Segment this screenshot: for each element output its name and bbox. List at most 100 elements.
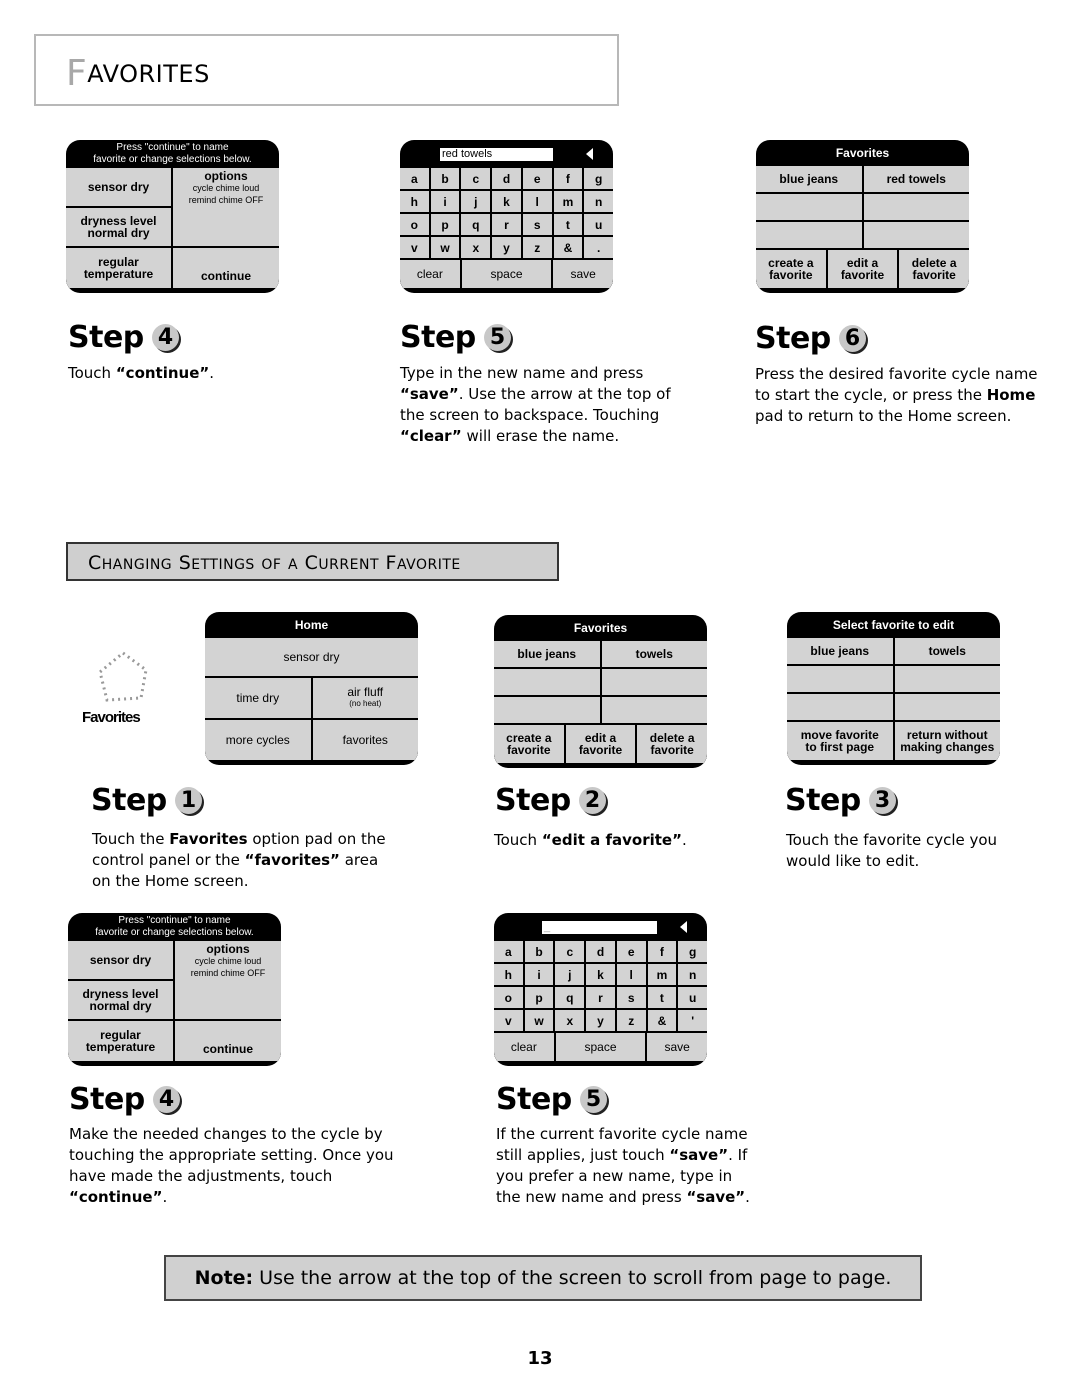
sensor-dry-button[interactable]: sensor dry [66, 168, 171, 206]
save-button[interactable]: save [553, 260, 613, 288]
key-button[interactable]: e [522, 168, 552, 189]
air-fluff-button[interactable]: air fluff (no heat) [312, 678, 418, 718]
key-button[interactable]: e [616, 941, 646, 962]
favorite-slot[interactable] [894, 694, 1000, 720]
key-button[interactable]: g [584, 168, 613, 189]
key-button[interactable]: w [430, 237, 460, 258]
options-button[interactable]: options cycle chime loud remind chime OF… [173, 168, 279, 246]
dryness-level-button[interactable]: dryness level normal dry [68, 981, 173, 1019]
key-button[interactable]: f [553, 168, 583, 189]
key-button[interactable]: u [678, 987, 707, 1008]
favorite-slot[interactable]: towels [601, 641, 707, 667]
key-button[interactable]: & [553, 237, 583, 258]
edit-favorite-button[interactable]: edit a favorite [565, 725, 636, 763]
key-button[interactable]: w [524, 1010, 554, 1031]
key-button[interactable]: b [430, 168, 460, 189]
name-input[interactable]: _ [542, 921, 657, 934]
key-button[interactable]: i [430, 191, 460, 212]
key-button[interactable]: n [584, 191, 613, 212]
temperature-button[interactable]: regular temperature [66, 248, 171, 288]
key-button[interactable]: h [400, 191, 429, 212]
favorites-button[interactable]: favorites [312, 720, 418, 760]
key-button[interactable]: r [492, 214, 521, 235]
space-button[interactable]: space [555, 1033, 646, 1061]
key-button[interactable]: p [430, 214, 460, 235]
backspace-arrow-icon[interactable] [680, 921, 687, 933]
favorite-slot[interactable] [894, 666, 1000, 692]
key-button[interactable]: v [400, 237, 429, 258]
key-button[interactable]: z [616, 1010, 646, 1031]
favorite-slot[interactable] [863, 194, 969, 220]
edit-favorite-button[interactable]: edit a favorite [827, 250, 898, 288]
key-button[interactable]: l [616, 964, 646, 985]
favorite-slot[interactable] [601, 697, 707, 723]
favorite-slot[interactable]: blue jeans [494, 641, 600, 667]
key-button[interactable]: c [555, 941, 585, 962]
space-button[interactable]: space [461, 260, 552, 288]
clear-button[interactable]: clear [494, 1033, 554, 1061]
delete-favorite-button[interactable]: delete a favorite [899, 250, 969, 288]
delete-favorite-button[interactable]: delete a favorite [637, 725, 707, 763]
key-button[interactable]: k [586, 964, 615, 985]
key-button[interactable]: s [522, 214, 552, 235]
key-button[interactable]: x [555, 1010, 585, 1031]
favorite-slot[interactable] [494, 669, 600, 695]
key-button[interactable]: a [400, 168, 429, 189]
key-button[interactable]: u [584, 214, 613, 235]
key-button[interactable]: c [461, 168, 491, 189]
key-button[interactable]: q [555, 987, 585, 1008]
key-button[interactable]: s [616, 987, 646, 1008]
key-button[interactable]: o [494, 987, 523, 1008]
key-button[interactable]: p [524, 987, 554, 1008]
more-cycles-button[interactable]: more cycles [205, 720, 311, 760]
key-button[interactable]: t [553, 214, 583, 235]
key-button[interactable]: a [494, 941, 523, 962]
key-button[interactable]: . [584, 237, 613, 258]
key-button[interactable]: & [647, 1010, 677, 1031]
favorite-slot[interactable]: blue jeans [756, 166, 862, 192]
key-button[interactable]: j [461, 191, 491, 212]
sensor-dry-button[interactable]: sensor dry [68, 941, 173, 979]
favorites-pad[interactable]: Favorites [82, 648, 172, 730]
favorite-slot[interactable] [494, 697, 600, 723]
favorite-slot[interactable] [787, 666, 893, 692]
create-favorite-button[interactable]: create a favorite [756, 250, 826, 288]
key-button[interactable]: h [494, 964, 523, 985]
key-button[interactable]: j [555, 964, 585, 985]
key-button[interactable]: f [647, 941, 677, 962]
return-without-changes-button[interactable]: return without making changes [894, 722, 1000, 760]
clear-button[interactable]: clear [400, 260, 460, 288]
backspace-arrow-icon[interactable] [586, 148, 593, 160]
key-button[interactable]: k [492, 191, 521, 212]
key-button[interactable]: y [586, 1010, 615, 1031]
save-button[interactable]: save [647, 1033, 707, 1061]
key-button[interactable]: d [492, 168, 521, 189]
continue-button[interactable]: continue [175, 1021, 281, 1061]
key-button[interactable]: b [524, 941, 554, 962]
continue-button[interactable]: continue [173, 248, 279, 288]
temperature-button[interactable]: regular temperature [68, 1021, 173, 1061]
key-button[interactable]: m [553, 191, 583, 212]
sensor-dry-button[interactable]: sensor dry [205, 638, 418, 676]
key-button[interactable]: n [678, 964, 707, 985]
favorite-slot[interactable]: red towels [863, 166, 969, 192]
key-button[interactable]: x [461, 237, 491, 258]
create-favorite-button[interactable]: create a favorite [494, 725, 564, 763]
key-button[interactable]: ' [678, 1010, 707, 1031]
key-button[interactable]: y [492, 237, 521, 258]
key-button[interactable]: d [586, 941, 615, 962]
name-input[interactable]: red towels [440, 148, 553, 161]
key-button[interactable]: t [647, 987, 677, 1008]
key-button[interactable]: l [522, 191, 552, 212]
favorite-slot[interactable] [787, 694, 893, 720]
key-button[interactable]: o [400, 214, 429, 235]
dryness-level-button[interactable]: dryness level normal dry [66, 208, 171, 246]
favorite-slot[interactable] [601, 669, 707, 695]
time-dry-button[interactable]: time dry [205, 678, 311, 718]
key-button[interactable]: v [494, 1010, 523, 1031]
favorite-slot[interactable] [863, 222, 969, 248]
key-button[interactable]: r [586, 987, 615, 1008]
favorite-slot[interactable]: blue jeans [787, 638, 893, 664]
favorite-slot[interactable]: towels [894, 638, 1000, 664]
options-button[interactable]: options cycle chime loud remind chime OF… [175, 941, 281, 1019]
